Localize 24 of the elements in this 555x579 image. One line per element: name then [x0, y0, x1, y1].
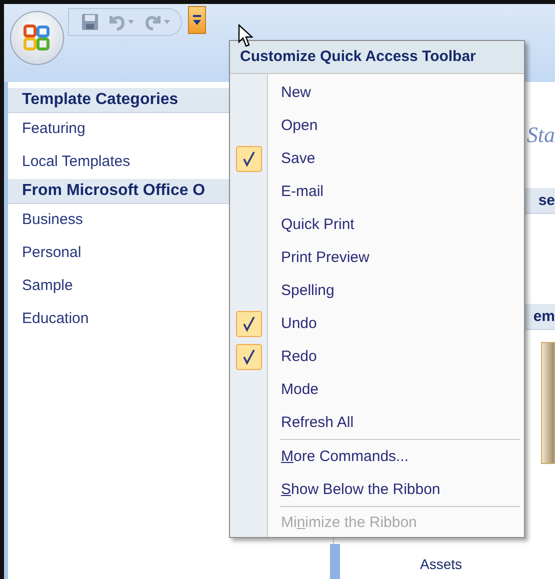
page-heading: Sta — [526, 122, 555, 148]
menu-item[interactable]: E-mail — [268, 183, 324, 200]
menu-item[interactable]: Quick Print — [268, 216, 354, 233]
menu-item[interactable]: Redo — [268, 348, 317, 365]
menu-item[interactable]: Show Below the Ribbon — [268, 481, 440, 498]
menu-item[interactable]: Undo — [268, 315, 317, 332]
template-thumbnail[interactable] — [541, 342, 555, 464]
undo-icon[interactable] — [107, 13, 135, 31]
redo-icon[interactable] — [143, 13, 171, 31]
menu-item[interactable]: Open — [268, 117, 318, 134]
office-logo-icon — [22, 23, 52, 53]
menu-item[interactable]: Spelling — [268, 282, 334, 299]
menu-item[interactable]: Save — [268, 150, 316, 167]
save-icon[interactable] — [81, 13, 99, 31]
menu-title: Customize Quick Access Toolbar — [230, 41, 524, 74]
menu-item[interactable]: Mode — [268, 381, 319, 398]
menu-item[interactable]: More Commands... — [268, 448, 409, 465]
customize-toolbar-button[interactable] — [188, 6, 206, 34]
template-caption: Assets — [420, 556, 462, 572]
office-button[interactable] — [10, 11, 64, 65]
dropdown-arrow-icon — [192, 14, 202, 26]
scroll-track — [330, 544, 340, 579]
menu-item[interactable]: Refresh All — [268, 414, 354, 431]
menu-item[interactable]: Print Preview — [268, 249, 370, 266]
